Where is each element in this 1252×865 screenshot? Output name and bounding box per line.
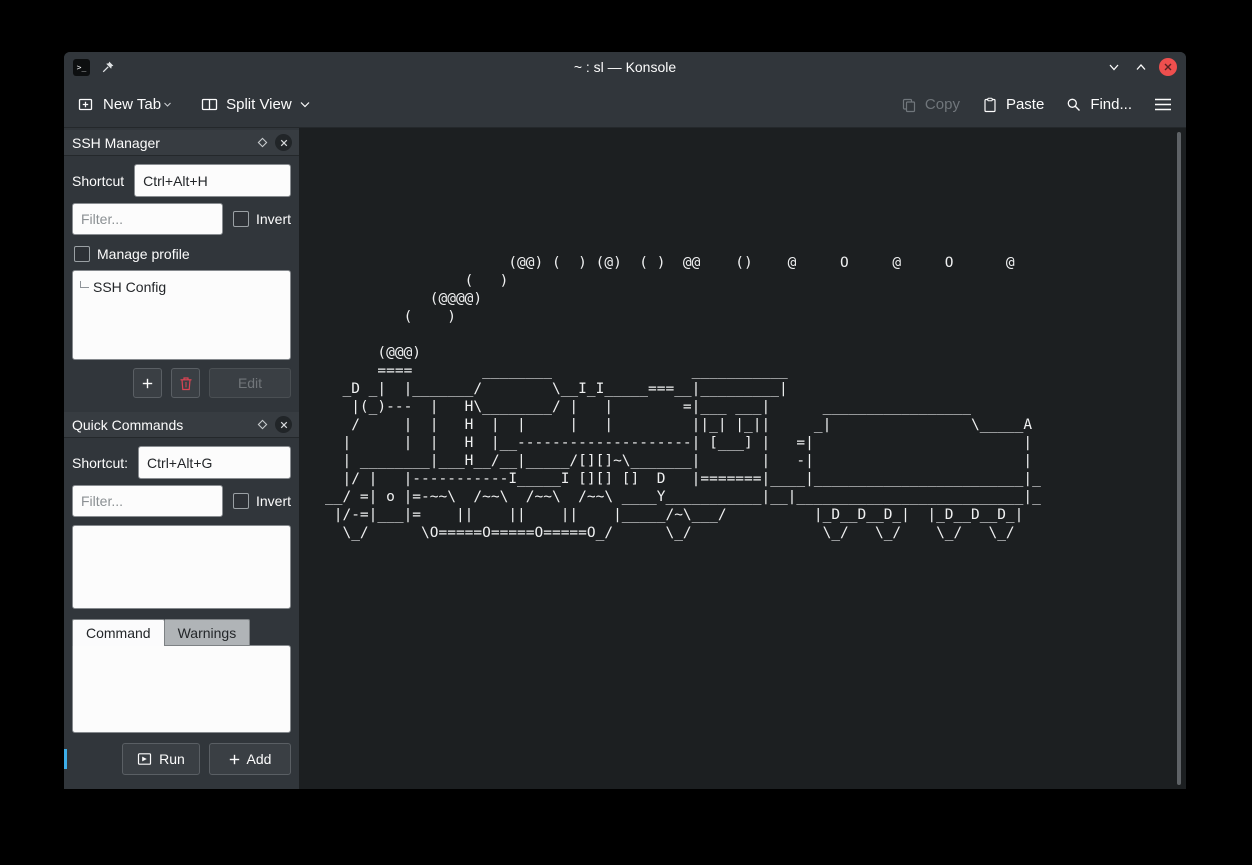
ssh-invert-label: Invert bbox=[256, 211, 291, 227]
manage-profile-checkbox[interactable] bbox=[74, 246, 90, 262]
window-title: ~ : sl — Konsole bbox=[64, 59, 1186, 75]
qc-invert-checkbox[interactable] bbox=[233, 493, 249, 509]
qc-filter-input[interactable] bbox=[72, 485, 223, 517]
float-panel-icon[interactable] bbox=[257, 137, 268, 148]
qc-shortcut-input[interactable] bbox=[138, 446, 291, 479]
quick-commands-close-button[interactable] bbox=[275, 416, 292, 433]
qc-filter-row: Invert bbox=[72, 485, 291, 517]
copy-icon bbox=[901, 97, 917, 113]
run-label: Run bbox=[159, 751, 185, 767]
close-button[interactable] bbox=[1159, 58, 1177, 76]
sidebar: SSH Manager Shortcut bbox=[64, 128, 299, 789]
edit-label: Edit bbox=[238, 375, 262, 391]
manage-profile-label: Manage profile bbox=[97, 246, 190, 262]
toolbar: New Tab Split View bbox=[64, 82, 1186, 128]
new-tab-icon bbox=[78, 96, 95, 113]
ssh-filter-input[interactable] bbox=[72, 203, 223, 235]
maximize-button[interactable] bbox=[1132, 58, 1150, 76]
ssh-config-tree[interactable]: SSH Config bbox=[72, 270, 291, 360]
tree-item-ssh-config[interactable]: SSH Config bbox=[75, 276, 288, 298]
ssh-actions: Edit bbox=[72, 368, 291, 398]
float-panel-icon[interactable] bbox=[257, 419, 268, 430]
qc-command-editor[interactable] bbox=[72, 645, 291, 733]
scrollbar-handle[interactable] bbox=[1177, 132, 1181, 785]
ssh-delete-button[interactable] bbox=[171, 368, 200, 398]
titlebar-left: >_ bbox=[73, 59, 115, 76]
ssh-add-button[interactable] bbox=[133, 368, 162, 398]
trash-icon bbox=[179, 376, 193, 391]
ssh-shortcut-row: Shortcut bbox=[72, 164, 291, 197]
copy-button: Copy bbox=[901, 96, 960, 113]
quick-commands-title: Quick Commands bbox=[72, 417, 183, 433]
tab-command[interactable]: Command bbox=[72, 619, 165, 646]
ssh-filter-row: Invert bbox=[72, 203, 291, 235]
ssh-shortcut-label: Shortcut bbox=[72, 173, 124, 189]
ssh-manager-panel-header: SSH Manager bbox=[64, 130, 299, 156]
konsole-app-icon: >_ bbox=[73, 59, 90, 76]
split-view-label: Split View bbox=[226, 96, 292, 113]
tree-branch-icon bbox=[78, 280, 90, 294]
pin-icon[interactable] bbox=[101, 60, 115, 74]
terminal-view[interactable]: (@@) ( ) (@) ( ) @@ () @ O @ O @ ( ) (@@… bbox=[299, 128, 1186, 789]
ssh-edit-button: Edit bbox=[209, 368, 291, 398]
quick-commands-header-icons bbox=[257, 416, 292, 433]
split-view-button[interactable]: Split View bbox=[201, 96, 310, 113]
close-icon bbox=[1163, 62, 1173, 72]
close-icon bbox=[280, 139, 288, 147]
ssh-shortcut-input[interactable] bbox=[134, 164, 291, 197]
tree-item-label: SSH Config bbox=[93, 279, 166, 295]
chevron-down-icon bbox=[300, 101, 310, 108]
qc-shortcut-label: Shortcut: bbox=[72, 455, 128, 471]
search-icon bbox=[1066, 97, 1082, 113]
tab-warnings-label: Warnings bbox=[178, 625, 237, 641]
copy-label: Copy bbox=[925, 96, 960, 113]
tab-command-label: Command bbox=[86, 625, 151, 641]
terminal-output: (@@) ( ) (@) ( ) @@ () @ O @ O @ ( ) (@@… bbox=[299, 128, 1186, 542]
titlebar[interactable]: >_ ~ : sl — Konsole bbox=[64, 52, 1186, 82]
ssh-invert-checkbox[interactable] bbox=[233, 211, 249, 227]
find-button[interactable]: Find... bbox=[1066, 96, 1132, 113]
find-label: Find... bbox=[1090, 96, 1132, 113]
qc-actions: Run Add bbox=[72, 743, 291, 775]
ssh-manager-close-button[interactable] bbox=[275, 134, 292, 151]
paste-icon bbox=[982, 97, 998, 113]
minimize-button[interactable] bbox=[1105, 58, 1123, 76]
quick-commands-panel-header: Quick Commands bbox=[64, 412, 299, 438]
new-tab-label: New Tab bbox=[103, 96, 161, 113]
ssh-manager-header-icons bbox=[257, 134, 292, 151]
qc-tabs: Command Warnings bbox=[72, 619, 291, 646]
split-view-icon bbox=[201, 96, 218, 113]
new-tab-button[interactable]: New Tab bbox=[78, 96, 171, 113]
plus-icon bbox=[142, 378, 153, 389]
menu-button[interactable] bbox=[1154, 98, 1172, 111]
run-button[interactable]: Run bbox=[122, 743, 200, 775]
qc-invert-label: Invert bbox=[256, 493, 291, 509]
tab-warnings[interactable]: Warnings bbox=[165, 619, 251, 646]
focus-indicator bbox=[64, 749, 67, 769]
paste-label: Paste bbox=[1006, 96, 1044, 113]
ssh-manager-title: SSH Manager bbox=[72, 135, 160, 151]
close-icon bbox=[280, 421, 288, 429]
hamburger-icon bbox=[1154, 98, 1172, 111]
paste-button[interactable]: Paste bbox=[982, 96, 1044, 113]
window-controls bbox=[1105, 58, 1177, 76]
add-label: Add bbox=[247, 751, 272, 767]
qc-shortcut-row: Shortcut: bbox=[72, 446, 291, 479]
manage-profile-row: Manage profile bbox=[72, 246, 291, 262]
konsole-window: >_ ~ : sl — Konsole bbox=[64, 52, 1186, 789]
terminal-scrollbar[interactable] bbox=[1177, 132, 1181, 785]
plus-icon bbox=[229, 754, 240, 765]
run-icon bbox=[137, 752, 152, 766]
add-command-button[interactable]: Add bbox=[209, 743, 291, 775]
new-tab-menu-caret-icon bbox=[164, 102, 171, 107]
window-content: SSH Manager Shortcut bbox=[64, 128, 1186, 789]
qc-command-list[interactable] bbox=[72, 525, 291, 609]
